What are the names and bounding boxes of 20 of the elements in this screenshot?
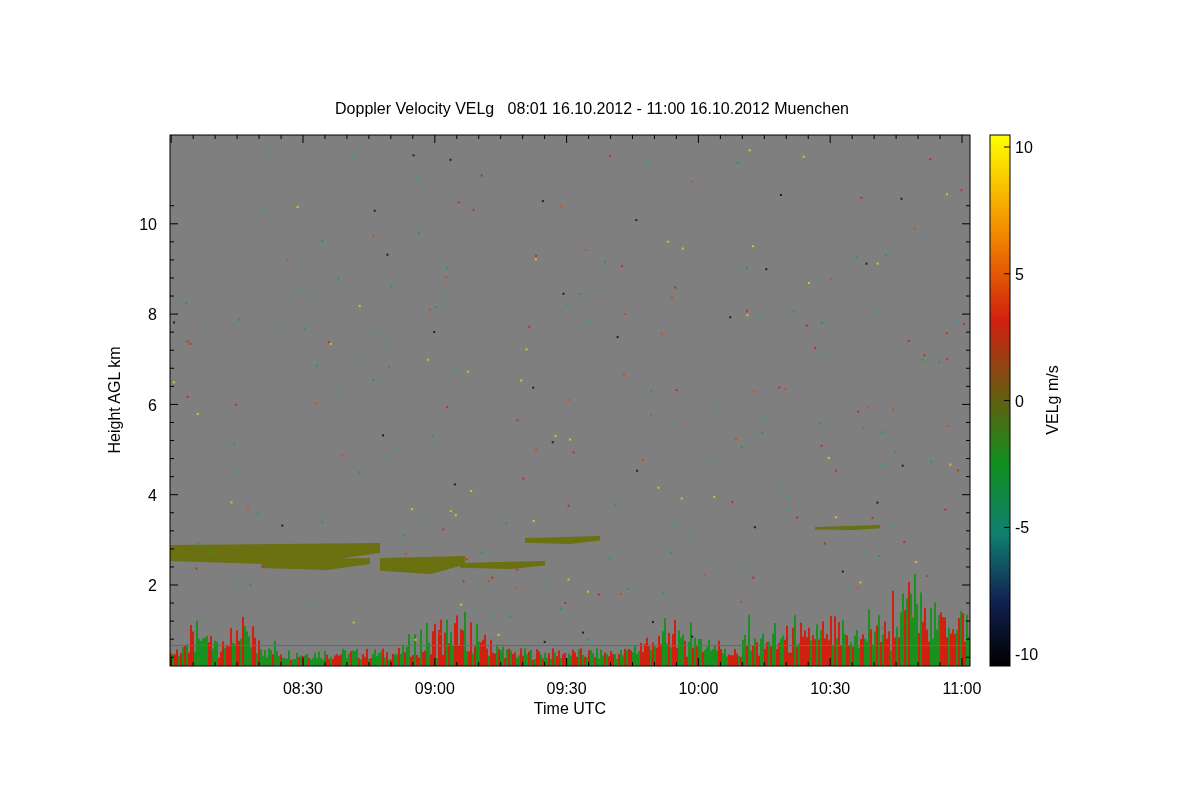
colorbar-tick-label: 5 — [1015, 265, 1024, 283]
x-tick-label: 09:30 — [546, 680, 587, 697]
y-tick-label: 4 — [148, 486, 157, 504]
colorbar-tick-label: 10 — [1015, 139, 1033, 156]
x-tick-label: 10:30 — [810, 680, 851, 697]
y-axis-label: Height AGL km — [106, 346, 123, 454]
x-axis-label: Time UTC — [533, 700, 607, 717]
y-tick-label: 6 — [148, 396, 157, 414]
x-tick-label: 09:00 — [414, 680, 455, 697]
chart-title: Doppler Velocity VELg 08:01 16.10.2012 - 11:00 16.10.2012 Muenchen — [335, 100, 849, 117]
x-tick-label: 10:00 — [678, 680, 719, 697]
y-tick-label: 2 — [148, 577, 157, 595]
y-tick-label: 8 — [148, 306, 157, 324]
y-tick-label: 10 — [139, 216, 157, 233]
colorbar-tick-label: -5 — [1015, 519, 1030, 537]
colorbar-tick-label: 0 — [1015, 392, 1024, 410]
colorbar-tick-label: -10 — [1015, 646, 1039, 664]
x-tick-label: 08:30 — [283, 680, 323, 697]
colorbar-label: VELg m/s — [1044, 365, 1061, 435]
x-tick-label: 11:00 — [942, 680, 982, 697]
